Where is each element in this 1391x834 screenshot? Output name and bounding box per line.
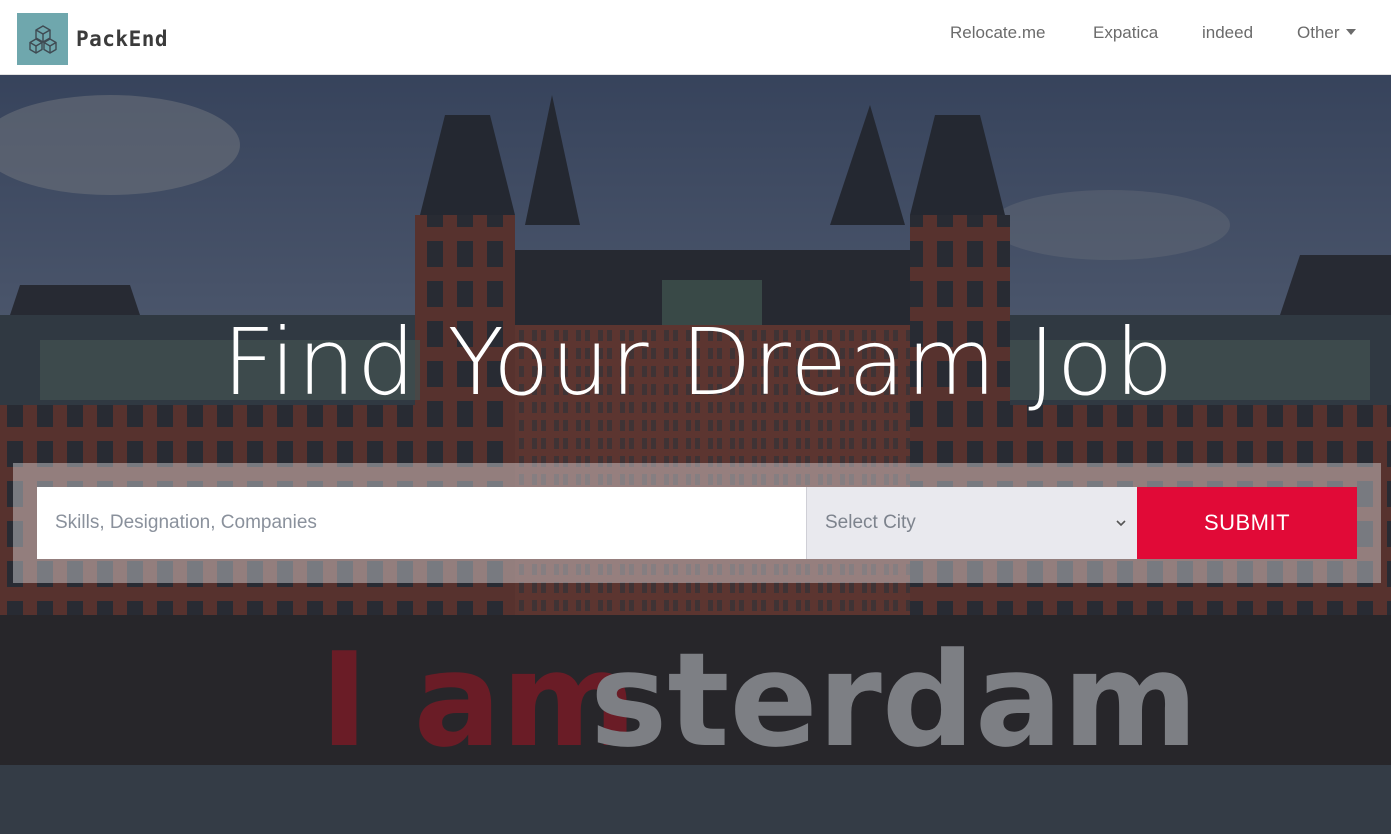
nav-link-other-label: Other xyxy=(1297,23,1340,42)
cubes-icon xyxy=(17,13,68,65)
chevron-down-icon xyxy=(1116,520,1126,527)
city-select[interactable]: Select City xyxy=(806,487,1137,559)
hero-headline: Find Your Dream Job xyxy=(0,313,1391,413)
submit-button[interactable]: SUBMIT xyxy=(1137,487,1357,559)
hero-headline-text: Find Your Dream Job xyxy=(222,309,1175,416)
nav-dropdown-other[interactable]: Other xyxy=(1297,22,1356,44)
nav-link-indeed[interactable]: indeed xyxy=(1202,22,1253,44)
nav-link-relocate[interactable]: Relocate.me xyxy=(950,22,1045,44)
search-input[interactable] xyxy=(37,487,807,559)
hero-overlay xyxy=(0,75,1391,834)
brand-name: PackEnd xyxy=(76,27,169,51)
hero-section: I am sterdam Find Your Dream Job Select … xyxy=(0,75,1391,834)
job-search-form: Select City SUBMIT xyxy=(13,463,1381,583)
brand-link[interactable]: PackEnd xyxy=(17,13,168,65)
nav-link-expatica[interactable]: Expatica xyxy=(1093,22,1158,44)
top-navbar: PackEnd Relocate.me Expatica indeed Othe… xyxy=(0,0,1391,75)
caret-down-icon xyxy=(1345,28,1356,35)
city-select-value: Select City xyxy=(825,512,916,533)
